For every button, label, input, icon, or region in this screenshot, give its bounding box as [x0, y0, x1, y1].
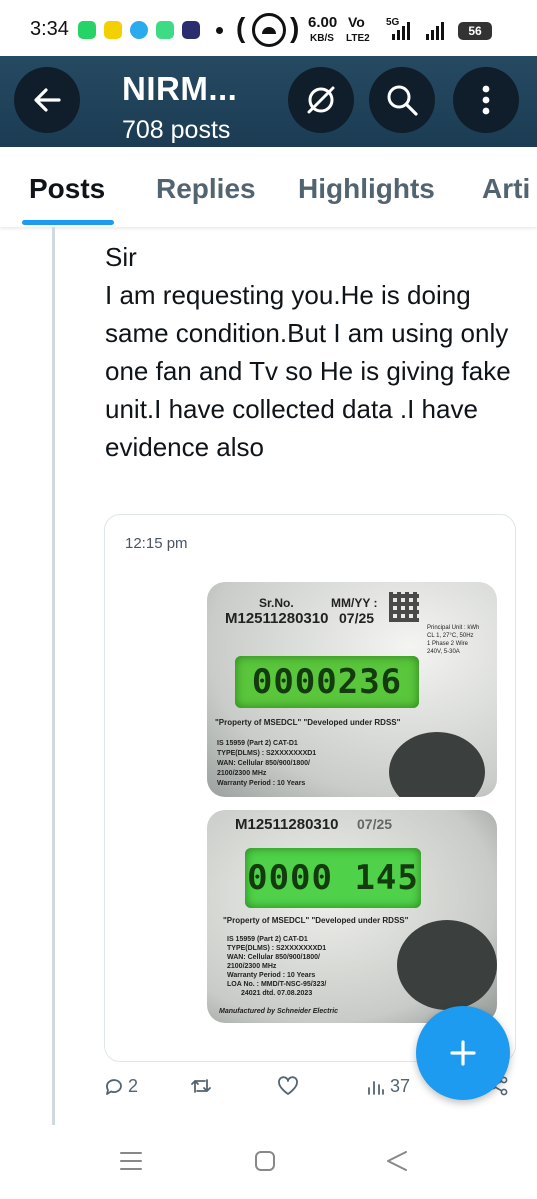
meter-terminal-shadow — [389, 732, 485, 797]
meter-side-info: Principal Unit : kWh CL 1, 27°C, 50Hz 1 … — [427, 625, 480, 655]
recent-apps-button[interactable] — [119, 1149, 143, 1178]
status-time: 3:34 — [30, 18, 69, 40]
paren-left: ( — [236, 12, 246, 43]
meter-wan-line: WAN: Cellular 850/900/1800/ — [217, 760, 310, 767]
meter-date: 07/25 — [339, 610, 375, 626]
paren-right: ) — [290, 12, 300, 43]
reply-count: 2 — [128, 1076, 139, 1096]
search-icon — [387, 85, 418, 116]
meter-wan-line: WAN: Cellular 850/900/1800/ — [227, 954, 320, 961]
meter-loa-date: 24021 dtd. 07.08.2023 — [241, 990, 313, 997]
system-navigation-bar — [0, 1125, 537, 1199]
home-square-icon — [255, 1151, 275, 1171]
meter-serial: M12511280310 — [225, 610, 329, 627]
meter-serial: M12511280310 — [235, 816, 339, 833]
battery-icon: 56 — [458, 22, 492, 40]
qr-code-icon — [389, 592, 419, 622]
repost-icon — [191, 1079, 211, 1093]
profile-header: NIRM... 708 posts — [0, 56, 537, 147]
meter-loa-line: LOA No. : MMD/T-NSC-95/323/ — [227, 981, 327, 988]
signal-bars-2-icon — [426, 22, 446, 40]
home-button[interactable] — [253, 1149, 277, 1178]
active-tab-indicator — [22, 220, 114, 225]
meter-manufacturer: Manufactured by Schneider Electric — [219, 1008, 339, 1015]
reply-icon — [106, 1078, 122, 1095]
meter-photo-bottom[interactable]: M12511280310 07/25 0000 145 "Property of… — [207, 810, 497, 1023]
meter-mhz-line: 2100/2300 MHz — [227, 963, 277, 970]
heart-icon — [278, 1076, 298, 1095]
posts-count: 708 posts — [122, 116, 231, 144]
tab-posts[interactable]: Posts — [29, 173, 105, 205]
back-triangle-icon — [387, 1151, 407, 1171]
meter-property-line: "Property of MSEDCL" "Developed under RD… — [223, 916, 409, 925]
meter-mhz-line: 2100/2300 MHz — [217, 770, 267, 777]
search-button[interactable] — [369, 67, 435, 133]
tab-replies[interactable]: Replies — [156, 173, 256, 205]
telegram-icon — [130, 21, 148, 39]
meter-lcd-reading: 0000236 — [235, 656, 419, 708]
status-bar: 3:34 ( ) 6.00 KB/S Vo LTE2 5G 56 — [0, 0, 537, 56]
post-text: Sir I am requesting you.He is doing same… — [105, 242, 511, 462]
hotspot-icon — [252, 13, 286, 47]
net-speed-unit: KB/S — [310, 33, 334, 44]
grok-icon — [307, 86, 335, 114]
back-nav-button[interactable] — [384, 1149, 410, 1178]
meter-date: 07/25 — [357, 816, 393, 832]
tab-articles[interactable]: Arti — [482, 173, 530, 205]
lte-label: LTE2 — [346, 33, 370, 44]
post-media-card[interactable]: 12:15 pm Sr.No. MM/YY : M12511280310 07/… — [104, 514, 516, 1062]
views-chart-icon — [368, 1080, 384, 1095]
meter-is-line: IS 15959 (Part 2) CAT-D1 — [227, 936, 308, 943]
messages-icon — [156, 21, 174, 39]
volte-label: Vo — [348, 14, 365, 30]
meter-sr-label: Sr.No. — [259, 596, 294, 610]
back-button[interactable] — [14, 67, 80, 133]
repost-button[interactable] — [190, 1076, 216, 1096]
snapchat-icon — [104, 21, 122, 39]
more-options-button[interactable] — [453, 67, 519, 133]
signal-bars-1-icon — [392, 22, 412, 40]
thread-connector-line — [52, 227, 55, 1125]
profile-name: NIRM... — [122, 70, 238, 107]
meter-type-line: TYPE(DLMS) : S2XXXXXXXD1 — [227, 945, 327, 952]
tab-highlights[interactable]: Highlights — [298, 173, 435, 205]
more-vertical-icon — [482, 85, 490, 115]
meter-lcd-reading: 0000 145 — [245, 848, 421, 908]
media-timestamp: 12:15 pm — [125, 535, 188, 552]
meter-mmyy-label: MM/YY : — [331, 596, 378, 610]
meter-type-line: TYPE(DLMS) : S2XXXXXXXD1 — [217, 750, 317, 757]
grok-button[interactable] — [288, 67, 354, 133]
recents-icon — [120, 1152, 142, 1170]
reply-button[interactable]: 2 — [104, 1076, 138, 1097]
plus-icon — [450, 1040, 476, 1066]
compose-post-button[interactable] — [416, 1006, 510, 1100]
notification-dot-icon — [216, 27, 223, 34]
meter-photo-top[interactable]: Sr.No. MM/YY : M12511280310 07/25 Princi… — [207, 582, 497, 797]
views-button[interactable]: 37 — [366, 1076, 410, 1097]
like-button[interactable] — [277, 1076, 303, 1096]
meter-warranty-line: Warranty Period : 10 Years — [227, 972, 316, 979]
meter-is-line: IS 15959 (Part 2) CAT-D1 — [217, 740, 298, 747]
net-speed-value: 6.00 — [308, 14, 338, 31]
meter-property-line: "Property of MSEDCL" "Developed under RD… — [215, 718, 401, 727]
app-icon — [182, 21, 200, 39]
meter-terminal-shadow — [397, 920, 497, 1010]
meter-warranty-line: Warranty Period : 10 Years — [217, 780, 306, 787]
whatsapp-icon — [78, 21, 96, 39]
profile-tabs: Posts Replies Highlights Arti — [0, 147, 537, 227]
views-count: 37 — [390, 1076, 411, 1096]
arrow-left-icon — [34, 88, 61, 112]
